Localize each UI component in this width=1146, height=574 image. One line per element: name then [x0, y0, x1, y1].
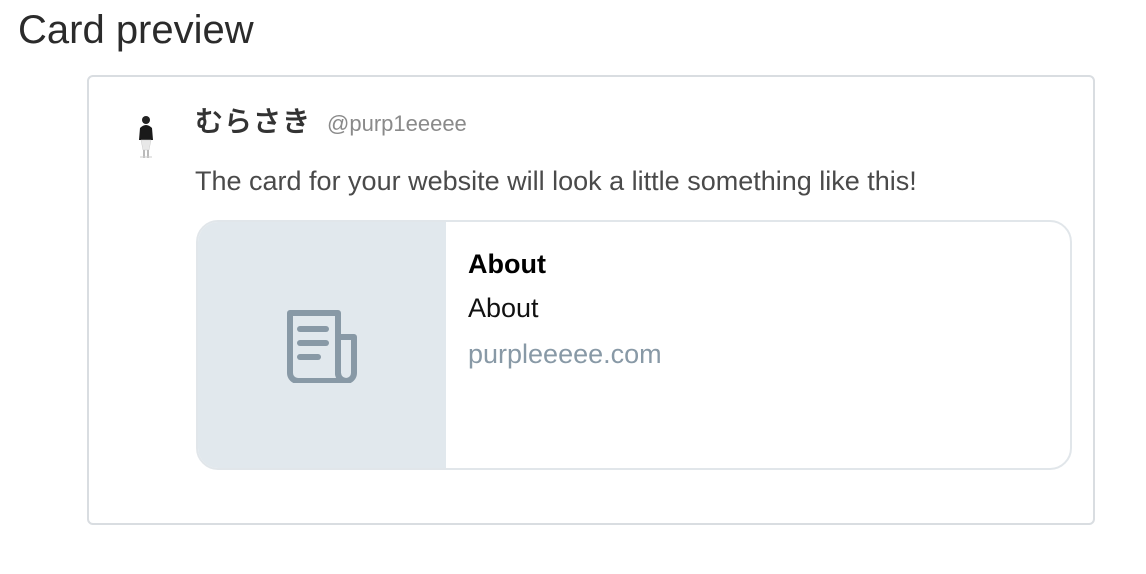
- link-card[interactable]: About About purpleeeee.com: [196, 220, 1072, 470]
- card-preview-page: Card preview むらさき @purp1eeeee The card f…: [0, 0, 1146, 574]
- avatar-figure-icon: [139, 116, 153, 158]
- card-description: About: [468, 293, 539, 323]
- page-title: Card preview: [18, 8, 254, 52]
- card-media: [198, 222, 446, 468]
- card-body: About About purpleeeee.com: [446, 222, 662, 468]
- avatar: [130, 110, 160, 162]
- tweet-text: The card for your website will look a li…: [195, 166, 917, 196]
- newspaper-icon: [287, 310, 357, 383]
- author-handle: @purp1eeeee: [327, 111, 467, 136]
- author-name: むらさき: [195, 105, 312, 138]
- tweet-author: むらさき @purp1eeeee: [195, 100, 467, 140]
- card-title: About: [468, 249, 546, 279]
- card-domain[interactable]: purpleeeee.com: [468, 336, 662, 372]
